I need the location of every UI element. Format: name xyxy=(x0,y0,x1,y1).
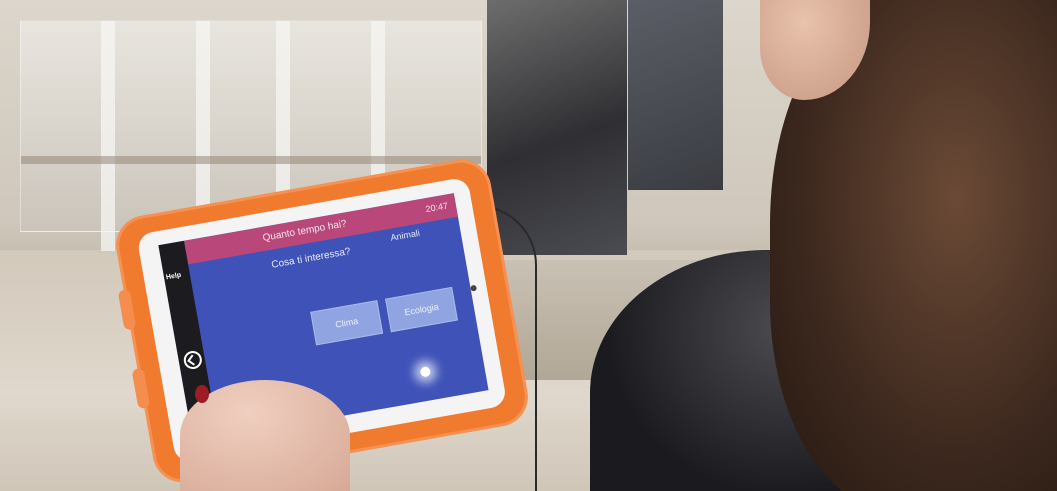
exhibit-panel xyxy=(628,0,723,190)
home-sensor xyxy=(470,284,478,292)
case-post xyxy=(101,21,115,251)
museum-photo: Quanto tempo hai? 20:47 Help Cosa ti int… xyxy=(0,0,1057,491)
option-button-1[interactable]: Clima xyxy=(310,300,384,346)
help-label[interactable]: Help xyxy=(166,272,182,282)
header-title: Quanto tempo hai? xyxy=(261,218,348,244)
painted-nail xyxy=(195,385,209,403)
back-icon[interactable] xyxy=(182,349,204,371)
option-button-2[interactable]: Ecologia xyxy=(385,286,458,333)
category-label[interactable]: Animali xyxy=(390,228,421,243)
question-text: Cosa ti interessa? xyxy=(270,246,352,271)
light-reflection xyxy=(419,366,432,378)
status-time: 20:47 xyxy=(424,200,449,215)
case-shelf xyxy=(21,156,481,164)
